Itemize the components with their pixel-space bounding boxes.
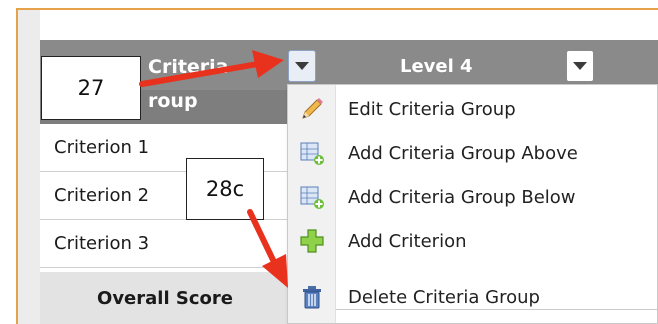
chevron-down-icon bbox=[295, 62, 309, 70]
chevron-down-icon bbox=[573, 62, 587, 70]
criteria-header-line1: Criteria bbox=[148, 56, 229, 78]
menu-item-delete-criteria-group[interactable]: Delete Criteria Group bbox=[288, 275, 658, 319]
overall-score-label: Overall Score bbox=[97, 287, 233, 309]
menu-item-label: Delete Criteria Group bbox=[348, 286, 540, 308]
add-group-above-icon bbox=[298, 139, 326, 167]
menu-item-label: Edit Criteria Group bbox=[348, 98, 516, 120]
menu-item-add-criterion[interactable]: Add Criterion bbox=[288, 219, 658, 263]
menu-item-add-group-below[interactable]: Add Criteria Group Below bbox=[288, 175, 658, 219]
menu-item-label: Add Criteria Group Below bbox=[348, 186, 576, 208]
pencil-icon bbox=[298, 95, 326, 123]
criterion-2-label: Criterion 2 bbox=[54, 185, 150, 206]
level-header: Level 4 bbox=[400, 56, 473, 77]
menu-item-add-group-above[interactable]: Add Criteria Group Above bbox=[288, 131, 658, 175]
left-gutter bbox=[18, 10, 40, 324]
criterion-1-label: Criterion 1 bbox=[54, 137, 150, 158]
add-group-below-icon bbox=[298, 183, 326, 211]
trash-icon bbox=[298, 283, 326, 311]
plus-icon bbox=[298, 227, 326, 255]
overall-score-row: Overall Score bbox=[40, 272, 290, 324]
callout-27: 27 bbox=[41, 56, 141, 120]
criteria-group-dropdown-button[interactable] bbox=[288, 50, 316, 82]
criteria-header-line2: roup bbox=[148, 90, 198, 112]
callout-28c: 28c bbox=[186, 158, 264, 220]
menu-item-edit-criteria-group[interactable]: Edit Criteria Group bbox=[288, 87, 658, 131]
menu-item-label: Add Criteria Group Above bbox=[348, 142, 578, 164]
level-dropdown-button[interactable] bbox=[566, 50, 594, 82]
criterion-3-label: Criterion 3 bbox=[54, 233, 150, 254]
criteria-group-menu: Edit Criteria Group Add Criteria Group A… bbox=[287, 84, 658, 324]
menu-item-label: Add Criterion bbox=[348, 230, 467, 252]
criterion-row-3[interactable]: Criterion 3 bbox=[40, 220, 290, 268]
